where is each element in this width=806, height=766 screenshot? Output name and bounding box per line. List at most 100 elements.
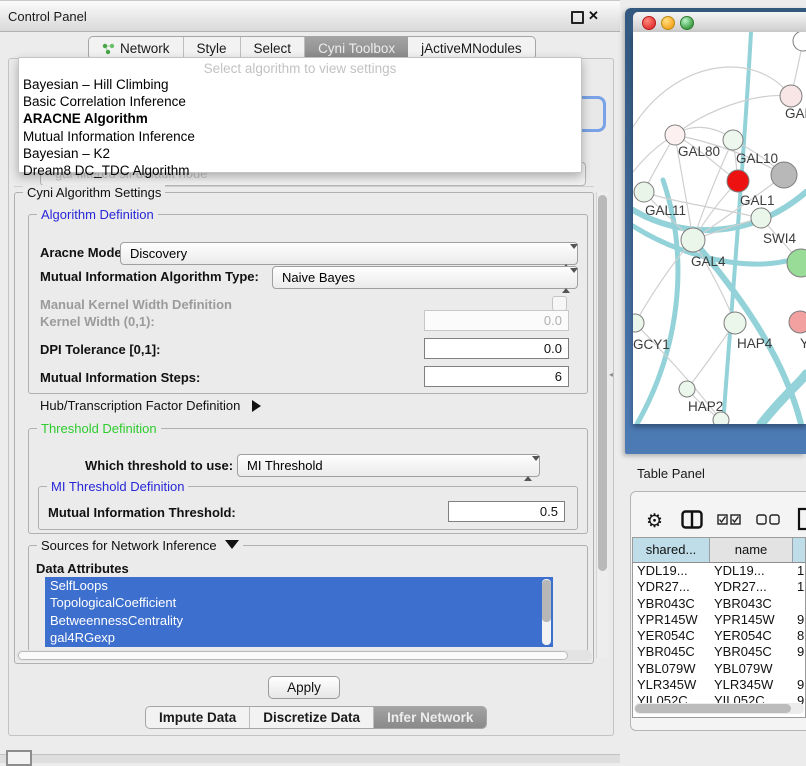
- data-attributes-list: SelfLoopsTopologicalCoefficientBetweenne…: [45, 577, 553, 647]
- table-row[interactable]: YDR27...YDR27...12: [633, 579, 805, 595]
- scrollbar-thumb[interactable]: [635, 704, 791, 713]
- tab-cyni-toolbox[interactable]: Cyni Toolbox: [305, 37, 408, 59]
- table-row[interactable]: YBR045CYBR045C9.: [633, 644, 805, 660]
- network-canvas[interactable]: GALGAL80GAL10GAL1GAL11SWI4GAL4GCY1HAP4YH…: [633, 32, 806, 424]
- table-row[interactable]: YER054CYER054C8.: [633, 628, 805, 644]
- attribute-item-gal4rgexp[interactable]: gal4RGexp: [45, 629, 553, 646]
- tab-label: Cyni Toolbox: [318, 41, 395, 56]
- columns-icon[interactable]: [681, 510, 703, 529]
- stepper-arrows-icon: [524, 458, 532, 479]
- panel-resize-handle[interactable]: ◂: [609, 370, 616, 379]
- float-window-icon[interactable]: [571, 11, 584, 24]
- network-node-0[interactable]: [793, 32, 806, 51]
- aracne-mode-value: Discovery: [130, 246, 187, 261]
- algorithm-dropdown-items: Bayesian – Hill ClimbingBasic Correlatio…: [19, 76, 581, 179]
- network-node-gal1[interactable]: [727, 170, 749, 192]
- settings-vertical-scrollbar[interactable]: [596, 192, 608, 658]
- network-node-9[interactable]: [787, 249, 806, 277]
- table-cell: 8.: [793, 628, 806, 644]
- scrollbar-thumb[interactable]: [542, 580, 551, 622]
- network-node-gal11[interactable]: [634, 182, 654, 202]
- tab-impute-data[interactable]: Impute Data: [146, 707, 250, 728]
- tab-discretize-data[interactable]: Discretize Data: [250, 707, 374, 728]
- network-node-gal4[interactable]: [681, 228, 705, 252]
- collapsed-panel-icon[interactable]: [6, 750, 32, 766]
- apply-button[interactable]: Apply: [268, 676, 340, 699]
- mi-steps-field[interactable]: 6: [424, 366, 569, 387]
- new-file-icon[interactable]: [797, 507, 806, 531]
- node-attribute-table[interactable]: shared...nameA YDL19...YDL19...13YDR27..…: [632, 537, 806, 718]
- deselect-all-checkboxes-icon[interactable]: [756, 514, 780, 525]
- dpi-tolerance-label: DPI Tolerance [0,1]:: [40, 342, 160, 357]
- network-graph: GALGAL80GAL10GAL1GAL11SWI4GAL4GCY1HAP4YH…: [633, 32, 806, 424]
- zoom-window-icon[interactable]: [680, 16, 694, 30]
- settings-horizontal-scrollbar[interactable]: [16, 650, 592, 661]
- table-row[interactable]: YBL079WYBL079W: [633, 661, 805, 677]
- network-node-gcy1[interactable]: [633, 314, 644, 332]
- table-cell: YLR345W: [633, 677, 710, 693]
- select-all-checkboxes-icon[interactable]: [717, 514, 741, 525]
- mi-type-combobox[interactable]: Naive Bayes: [272, 266, 578, 289]
- table-cell: YDR27...: [633, 579, 710, 595]
- close-window-icon[interactable]: [642, 16, 656, 30]
- data-attributes-label: Data Attributes: [36, 561, 129, 576]
- tab-label: Network: [120, 41, 170, 56]
- scrollbar-thumb[interactable]: [598, 195, 607, 571]
- table-horizontal-scrollbar[interactable]: [634, 703, 804, 714]
- network-node-gal10[interactable]: [723, 130, 743, 150]
- algorithm-dropdown-prompt: Select algorithm to view settings: [19, 61, 581, 76]
- network-node-hap4[interactable]: [724, 312, 746, 334]
- attribute-item-betweennesscentrality[interactable]: BetweennessCentrality: [45, 612, 553, 629]
- which-threshold-combobox[interactable]: MI Threshold: [237, 454, 540, 477]
- algorithm-option-bayesian-hill-climbing[interactable]: Bayesian – Hill Climbing: [19, 76, 581, 93]
- column-header-a[interactable]: A: [793, 538, 806, 562]
- aracne-mode-combobox[interactable]: Discovery: [120, 242, 578, 265]
- algorithm-option-aracne-algorithm[interactable]: ARACNE Algorithm: [19, 110, 581, 127]
- attribute-item-topologicalcoefficient[interactable]: TopologicalCoefficient: [45, 594, 553, 611]
- algorithm-option-dream8-dc-tdc-algorithm[interactable]: Dream8 DC_TDC Algorithm: [19, 162, 581, 179]
- mi-threshold-group-title: MI Threshold Definition: [47, 479, 188, 494]
- algorithm-option-bayesian-k2[interactable]: Bayesian – K2: [19, 145, 581, 162]
- sources-title-text: Sources for Network Inference: [41, 538, 217, 553]
- stepper-arrows-icon: [562, 270, 570, 291]
- column-header-shared[interactable]: shared...: [633, 538, 710, 562]
- tab-label: Select: [254, 41, 292, 56]
- sources-group-title[interactable]: Sources for Network Inference: [37, 538, 243, 553]
- tab-jactivemnodules[interactable]: jActiveMNodules: [408, 37, 535, 59]
- network-node-y[interactable]: [789, 311, 806, 333]
- node-label-gal1: GAL1: [740, 193, 775, 208]
- table-row[interactable]: YBR043CYBR043C: [633, 596, 805, 612]
- node-label-gal: GAL: [785, 106, 806, 121]
- network-node-gal[interactable]: [780, 85, 802, 107]
- node-label-gcy1: GCY1: [633, 337, 670, 352]
- algorithm-option-basic-correlation-inference[interactable]: Basic Correlation Inference: [19, 93, 581, 110]
- table-cell: YBR045C: [633, 644, 710, 660]
- manual-kernel-checkbox[interactable]: [552, 296, 567, 311]
- network-node-hap2[interactable]: [679, 381, 695, 397]
- attribute-item-selfloops[interactable]: SelfLoops: [45, 577, 553, 594]
- table-row[interactable]: YDL19...YDL19...13: [633, 563, 805, 579]
- table-row[interactable]: YLR345WYLR345W9.: [633, 677, 805, 693]
- network-node-swi4[interactable]: [751, 208, 771, 228]
- network-node-gal80[interactable]: [665, 125, 685, 145]
- dpi-tolerance-field[interactable]: 0.0: [424, 338, 569, 359]
- gear-icon[interactable]: ⚙: [646, 510, 663, 533]
- attributes-list-scrollbar[interactable]: [542, 579, 551, 645]
- table-rows: YDL19...YDL19...13YDR27...YDR27...12YBR0…: [633, 563, 805, 710]
- network-window-titlebar[interactable]: [633, 12, 806, 33]
- minimize-window-icon[interactable]: [661, 16, 675, 30]
- column-header-name[interactable]: name: [710, 538, 793, 562]
- scrollbar-thumb[interactable]: [18, 651, 568, 660]
- table-header-row: shared...nameA: [633, 538, 805, 563]
- threshold-definition-title: Threshold Definition: [37, 421, 161, 436]
- close-panel-icon[interactable]: ✕: [588, 8, 599, 24]
- tab-select[interactable]: Select: [241, 37, 306, 59]
- algorithm-option-mutual-information-inference[interactable]: Mutual Information Inference: [19, 128, 581, 145]
- mi-threshold-field[interactable]: 0.5: [448, 501, 565, 522]
- node-label-swi4: SWI4: [763, 231, 796, 246]
- tab-network[interactable]: Network: [89, 37, 184, 59]
- tab-infer-network[interactable]: Infer Network: [374, 707, 486, 728]
- table-row[interactable]: YPR145WYPR145W9.: [633, 612, 805, 628]
- tab-style[interactable]: Style: [184, 37, 241, 59]
- hub-definition-toggle[interactable]: Hub/Transcription Factor Definition: [40, 398, 261, 413]
